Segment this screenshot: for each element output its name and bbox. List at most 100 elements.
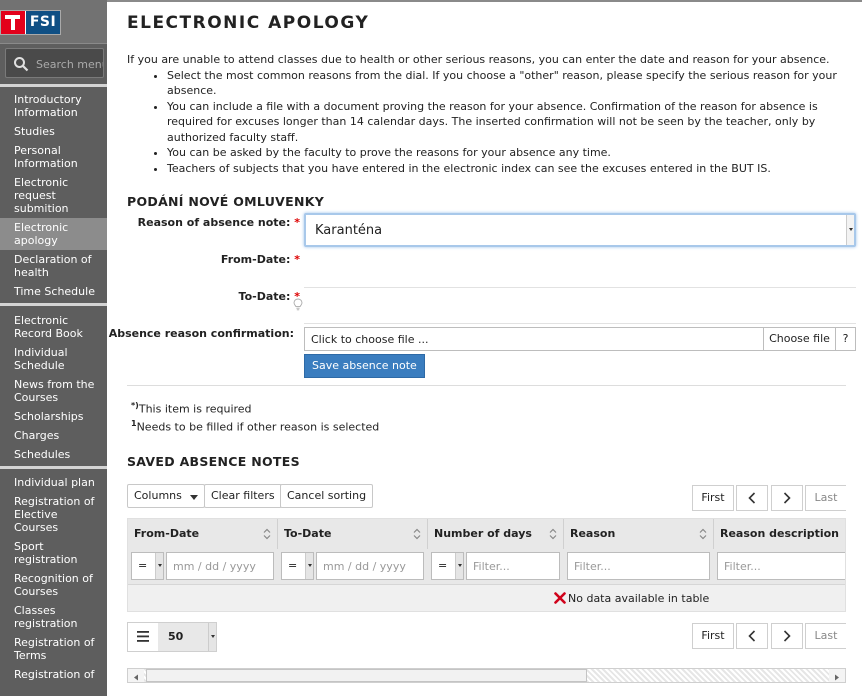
cancel-sorting-button[interactable]: Cancel sorting — [280, 484, 374, 508]
from-date-filter-input[interactable] — [166, 552, 274, 580]
intro-bullet: You can be asked by the faculty to prove… — [167, 145, 857, 161]
column-header-number-of-days[interactable]: Number of days — [428, 519, 564, 549]
help-button[interactable]: ? — [835, 328, 855, 350]
scroll-left-button[interactable] — [128, 669, 144, 682]
required-mark: * — [294, 216, 300, 229]
reason-select[interactable]: Karanténa — [304, 213, 856, 247]
sidebar-item-declaration-of-health[interactable]: Declaration of health — [0, 250, 107, 282]
sidebar-nav: Introductory Information Studies Persona… — [0, 84, 107, 686]
intro-bullet: Teachers of subjects that you have enter… — [167, 161, 857, 177]
pager-last-button-bottom[interactable]: Last — [805, 623, 846, 649]
file-upload[interactable]: Click to choose file ... Choose file ? — [304, 327, 856, 351]
other-reason-note-text: Needs to be filled if other reason is se… — [136, 420, 380, 434]
scroll-left-icon — [134, 674, 138, 681]
caret-down-icon — [190, 495, 198, 500]
sidebar-item-introductory-information[interactable]: Introductory Information — [0, 90, 107, 122]
pager-first-button-bottom[interactable]: First — [692, 623, 734, 649]
pager-next-button[interactable] — [771, 485, 803, 511]
operator-value: = — [138, 559, 148, 572]
column-header-to-date[interactable]: To-Date — [278, 519, 428, 549]
reason-filter-input[interactable] — [567, 552, 710, 580]
columns-button[interactable]: Columns — [127, 484, 205, 508]
pager-last-button[interactable]: Last — [805, 485, 846, 511]
column-header-reason-description[interactable]: Reason description — [714, 519, 845, 549]
to-date-operator-select[interactable]: = — [281, 552, 314, 580]
sidebar-item-individual-schedule[interactable]: Individual Schedule — [0, 343, 107, 375]
from-date-label-text: From-Date: — [220, 253, 291, 266]
pager-prev-button-bottom[interactable] — [736, 623, 768, 649]
days-filter-input[interactable] — [466, 552, 560, 580]
main-content: ELECTRONIC APOLOGY If you are unable to … — [107, 2, 862, 696]
chevron-down-icon[interactable] — [846, 215, 854, 245]
sidebar-item-registration-elective-courses[interactable]: Registration of Elective Courses — [0, 492, 107, 537]
fsi-logo-text: FSI — [26, 11, 60, 34]
sidebar-item-charges[interactable]: Charges — [0, 426, 107, 445]
column-header-label: Reason description — [720, 527, 840, 540]
to-date-label: To-Date: * — [239, 290, 300, 303]
sidebar-item-electronic-record-book[interactable]: Electronic Record Book — [0, 311, 107, 343]
reason-label-text: Reason of absence note: — [137, 216, 291, 229]
pager-prev-button[interactable] — [736, 485, 768, 511]
sidebar-item-registration-of[interactable]: Registration of — [0, 665, 107, 684]
search-box[interactable] — [5, 48, 104, 78]
pager-first-button[interactable]: First — [692, 485, 734, 511]
scroll-right-button[interactable] — [829, 669, 845, 682]
sort-icon — [263, 528, 271, 540]
sort-icon — [549, 528, 557, 540]
scrollbar-thumb[interactable] — [146, 669, 587, 682]
sidebar-item-electronic-apology[interactable]: Electronic apology — [0, 218, 107, 250]
intro-paragraph: If you are unable to attend classes due … — [127, 53, 830, 66]
nav-group-2: Electronic Record Book Individual Schedu… — [0, 306, 107, 466]
sidebar-item-classes-registration[interactable]: Classes registration — [0, 601, 107, 633]
sidebar-item-registration-of-terms[interactable]: Registration of Terms — [0, 633, 107, 665]
save-absence-note-button[interactable]: Save absence note — [304, 354, 425, 378]
to-date-field[interactable] — [304, 323, 856, 324]
sidebar-item-recognition-of-courses[interactable]: Recognition of Courses — [0, 569, 107, 601]
column-header-reason[interactable]: Reason — [564, 519, 714, 549]
page-size-select[interactable]: 50 — [127, 622, 217, 652]
nav-group-3: Individual plan Registration of Elective… — [0, 469, 107, 686]
from-date-label: From-Date: * — [221, 253, 300, 266]
table-header: From-Date To-Date Number of days Reason … — [128, 519, 845, 549]
list-icon — [137, 631, 149, 642]
from-date-operator-select[interactable]: = — [131, 552, 164, 580]
sidebar-item-time-schedule[interactable]: Time Schedule — [0, 282, 107, 301]
absence-notes-table: From-Date To-Date Number of days Reason … — [127, 518, 846, 612]
sidebar-item-news-from-courses[interactable]: News from the Courses — [0, 375, 107, 407]
chevron-right-icon — [783, 492, 791, 504]
sidebar-item-personal-information[interactable]: Personal Information — [0, 141, 107, 173]
chevron-left-icon — [748, 492, 756, 504]
lightbulb-icon[interactable] — [293, 298, 303, 311]
sidebar-item-individual-plan[interactable]: Individual plan — [0, 473, 107, 492]
search-input[interactable] — [36, 55, 103, 73]
but-logo-icon — [1, 11, 25, 34]
reason-description-filter-input[interactable] — [717, 552, 845, 580]
sidebar-item-schedules[interactable]: Schedules — [0, 445, 107, 464]
clear-filters-button[interactable]: Clear filters — [204, 484, 282, 508]
logo-area: FSI — [0, 0, 107, 44]
sidebar-item-scholarships[interactable]: Scholarships — [0, 407, 107, 426]
choose-file-button[interactable]: Choose file — [763, 328, 835, 350]
operator-value: = — [438, 559, 448, 572]
days-operator-select[interactable]: = — [431, 552, 464, 580]
chevron-left-icon — [748, 630, 756, 642]
required-note: *)This item is required — [131, 401, 252, 416]
pager-next-button-bottom[interactable] — [771, 623, 803, 649]
sidebar: FSI Introductory Information Studies Per… — [0, 0, 107, 696]
search-icon — [14, 57, 29, 72]
column-header-from-date[interactable]: From-Date — [128, 519, 278, 549]
sidebar-item-sport-registration[interactable]: Sport registration — [0, 537, 107, 569]
sidebar-item-studies[interactable]: Studies — [0, 122, 107, 141]
saved-notes-section-title: SAVED ABSENCE NOTES — [127, 454, 300, 469]
reason-label: Reason of absence note: * — [138, 216, 300, 229]
close-icon — [554, 592, 566, 604]
file-upload-text[interactable]: Click to choose file ... — [311, 333, 428, 346]
sidebar-item-electronic-request[interactable]: Electronic request submition — [0, 173, 107, 218]
to-date-filter-input[interactable] — [316, 552, 424, 580]
form-divider — [127, 385, 846, 386]
fsi-logo[interactable]: FSI — [0, 10, 61, 35]
horizontal-scrollbar[interactable] — [127, 668, 846, 683]
from-date-field[interactable] — [304, 287, 856, 288]
new-note-section-title: PODÁNÍ NOVÉ OMLUVENKY — [127, 194, 325, 209]
column-header-label: Number of days — [434, 527, 532, 540]
